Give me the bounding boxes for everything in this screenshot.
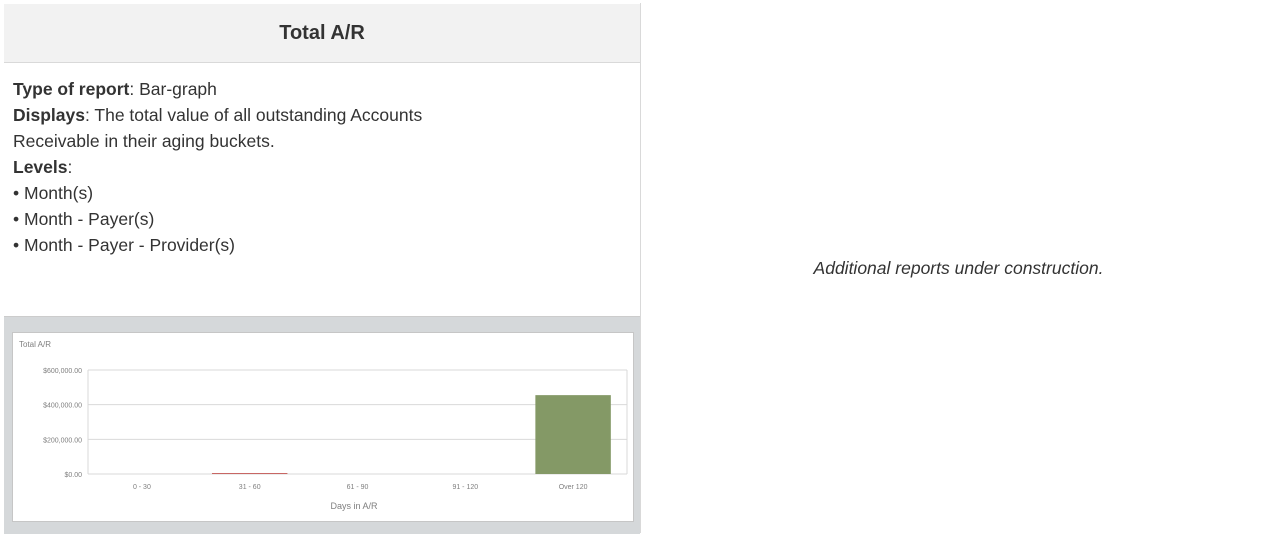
- report-levels-line: Levels:: [13, 154, 633, 180]
- total-ar-bar-chart: Total A/R Days in A/R $0.00 $200,000.00 $4…: [19, 340, 628, 511]
- chart-bar: [211, 473, 288, 474]
- level-item: • Month - Payer(s): [13, 209, 155, 229]
- report-type-value: : Bar-graph: [129, 79, 217, 99]
- y-tick-label: $600,000.00: [43, 368, 82, 375]
- report-card: Total A/R Type of report: Bar-graph Disp…: [3, 3, 641, 534]
- y-tick-label: $0.00: [64, 472, 82, 479]
- x-tick-label: 91 - 120: [452, 484, 478, 491]
- chart-bar: [535, 395, 611, 474]
- chart-title: Total A/R: [19, 340, 51, 349]
- report-displays-continuation: Receivable in their aging buckets.: [13, 131, 275, 151]
- y-tick-label: $400,000.00: [43, 403, 82, 410]
- level-item: • Month(s): [13, 183, 94, 203]
- report-displays-line: Displays: The total value of all outstan…: [13, 102, 633, 128]
- y-tick-label: $200,000.00: [43, 437, 82, 444]
- level-item: • Month - Payer - Provider(s): [13, 235, 236, 255]
- report-displays-value: : The total value of all outstanding Acc…: [84, 105, 423, 125]
- chart-panel: Total A/R Days in A/R $0.00 $200,000.00 $4…: [12, 332, 634, 522]
- report-levels-label: Levels: [13, 157, 68, 177]
- report-displays-label: Displays: [13, 105, 85, 125]
- right-panel: Additional reports under construction.: [641, 3, 1276, 533]
- x-axis-label: Days in A/R: [330, 501, 378, 511]
- x-tick-label: Over 120: [559, 484, 588, 491]
- report-description: Type of report: Bar-graph Displays: The …: [13, 76, 633, 258]
- x-tick-label: 0 - 30: [133, 484, 151, 491]
- chart-preview[interactable]: Total A/R Days in A/R $0.00 $200,000.00 $4…: [4, 316, 640, 534]
- x-tick-label: 31 - 60: [239, 484, 261, 491]
- x-tick-label: 61 - 90: [347, 484, 369, 491]
- under-construction-message: Additional reports under construction.: [813, 257, 1104, 278]
- report-levels-colon: :: [67, 157, 73, 177]
- report-card-title: Total A/R: [4, 4, 640, 63]
- report-type-line: Type of report: Bar-graph: [13, 76, 633, 102]
- report-type-label: Type of report: [13, 79, 130, 99]
